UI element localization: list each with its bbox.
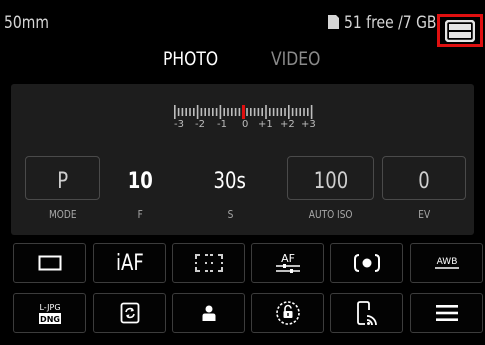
scale-tick [223, 108, 225, 116]
scale-label: -2 [195, 119, 205, 130]
scale-tick [295, 108, 298, 116]
image-stabilization-icon [120, 302, 139, 324]
sd-card-icon [328, 15, 339, 29]
spot-metering-icon [353, 254, 380, 272]
scale-tick [303, 108, 305, 116]
user-profile-icon [202, 305, 215, 321]
scale-tick [284, 108, 286, 116]
af-settings-icon: AF [275, 252, 300, 273]
exposure-scale [174, 105, 313, 119]
scale-tick [200, 108, 203, 116]
svg-text:AF: AF [281, 252, 295, 265]
scale-tick [269, 108, 271, 116]
unlock-icon [275, 301, 300, 325]
tab-video[interactable]: VIDEO [271, 48, 331, 70]
scale-tick [310, 105, 313, 119]
scale-tick [189, 108, 191, 116]
scale-tick [265, 105, 267, 119]
scale-tick [280, 108, 282, 116]
battery-icon [445, 20, 475, 42]
af-settings-button[interactable]: AF [251, 243, 324, 283]
lock-button[interactable] [251, 293, 324, 333]
scale-tick [288, 105, 290, 119]
battery-status[interactable] [437, 14, 483, 47]
iso-label: AUTO ISO [308, 208, 353, 221]
scale-tick [219, 105, 222, 119]
scale-label: 0 [242, 119, 249, 130]
scale-tick [193, 108, 195, 116]
focal-length: 50mm [4, 13, 49, 33]
iaf-icon: iAF [115, 250, 144, 276]
svg-text:DNG: DNG [40, 315, 60, 324]
scale-tick [215, 108, 218, 116]
aperture-label: F [137, 208, 143, 221]
metering-mode-button[interactable] [330, 243, 403, 283]
scale-tick [291, 108, 294, 116]
scale-tick [272, 108, 275, 116]
scale-tick [246, 108, 248, 116]
shutter-value[interactable]: 30s [195, 169, 265, 194]
aperture-value[interactable]: 10 [120, 169, 160, 194]
scale-label: +1 [258, 119, 273, 130]
scale-label: -3 [174, 119, 184, 130]
scale-tick [238, 108, 241, 116]
scale-label: +2 [280, 119, 295, 130]
metering-field-button[interactable] [172, 243, 245, 283]
scale-tick [177, 108, 180, 116]
exposure-indicator [242, 105, 245, 119]
scale-tick [307, 108, 309, 116]
mode-label: MODE [48, 208, 77, 221]
stabilization-button[interactable] [93, 293, 166, 333]
scale-tick [234, 108, 237, 116]
mode-value[interactable]: P [25, 169, 100, 194]
menu-icon [435, 305, 458, 321]
drive-mode-button[interactable] [13, 243, 86, 283]
scale-tick [231, 108, 233, 116]
shutter-label: S [227, 208, 233, 221]
scale-tick [208, 108, 210, 116]
white-balance-icon: AWB [434, 257, 459, 269]
metering-field-icon [194, 254, 223, 272]
ev-value[interactable]: 0 [382, 169, 466, 194]
scale-tick [204, 108, 206, 116]
scale-label: -1 [217, 119, 227, 130]
smartphone-connection-button[interactable] [330, 293, 403, 333]
ev-label: EV [418, 208, 430, 221]
svg-text:L-JPG: L-JPG [39, 303, 60, 312]
iso-value[interactable]: 100 [287, 169, 374, 194]
file-format-icon: L-JPG DNG [38, 303, 61, 324]
focus-mode-button[interactable]: iAF [93, 243, 166, 283]
status-bar: 50mm 51 free /7 GB [0, 0, 485, 47]
file-format-button[interactable]: L-JPG DNG [13, 293, 86, 333]
scale-tick [257, 108, 260, 116]
phone-connection-icon [356, 301, 377, 326]
single-frame-icon [38, 255, 61, 271]
scale-tick [196, 105, 199, 119]
scale-tick [261, 108, 263, 116]
white-balance-button[interactable]: AWB [410, 243, 483, 283]
scale-tick [212, 108, 214, 116]
scale-tick [174, 105, 176, 119]
svg-text:AWB: AWB [436, 257, 457, 267]
scale-tick [253, 108, 256, 116]
scale-tick [250, 108, 252, 116]
user-profile-button[interactable] [172, 293, 245, 333]
main-menu-button[interactable] [410, 293, 483, 333]
tab-photo[interactable]: PHOTO [163, 48, 230, 70]
scale-tick [227, 108, 229, 116]
scale-tick [276, 108, 279, 116]
scale-tick [181, 108, 184, 116]
scale-tick [185, 108, 187, 116]
scale-tick [299, 108, 301, 116]
scale-label: +3 [301, 119, 316, 130]
